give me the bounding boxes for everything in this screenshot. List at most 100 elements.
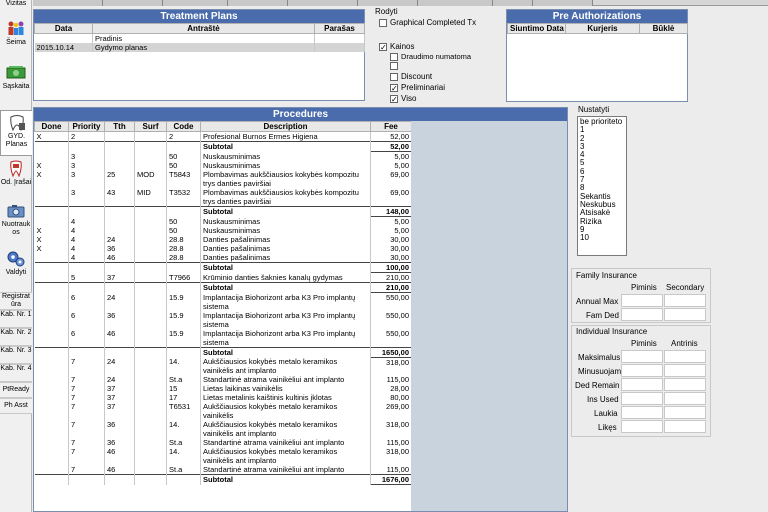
procedure-row[interactable]: 7 37 17 Lietas metalinis kaištinis kultinis… xyxy=(34,393,412,402)
nav-kab1[interactable]: Kab. Nr. 1 xyxy=(0,310,32,328)
nav-seima[interactable]: Šeima xyxy=(0,20,32,56)
draudimo-checkbox[interactable]: Draudimo numatoma xyxy=(390,52,471,61)
kainos-checkbox[interactable]: ✓ Kainos xyxy=(379,42,414,51)
annual-max-secondary-field[interactable] xyxy=(664,294,706,307)
nav-registratura[interactable]: Registrat ūra xyxy=(0,292,32,310)
top-tab-1[interactable] xyxy=(33,0,103,6)
treatment-plan-row[interactable]: 2015.10.14 Gydymo planas xyxy=(34,43,365,52)
nustatyti-item[interactable]: 7 xyxy=(580,175,624,184)
subtotal-row[interactable]: Subtotal 1650,00 xyxy=(34,346,412,358)
procedure-row[interactable]: X 2 2 Profesional Burnos Ermes Higiena 52,00 xyxy=(34,131,412,142)
unnamed-box[interactable] xyxy=(390,62,398,70)
fam-ded-secondary-field[interactable] xyxy=(664,308,706,321)
procedure-row[interactable]: 3 50 Nuskausminimas 5,00 xyxy=(34,151,412,161)
nustatyti-item[interactable]: Rizika xyxy=(580,217,624,226)
laukia-primary-field[interactable] xyxy=(621,406,663,419)
treatment-plan-row[interactable]: Pradinis xyxy=(34,33,365,43)
col-antraste[interactable]: Antraštė xyxy=(92,23,315,34)
top-tab-3[interactable] xyxy=(163,0,228,6)
nav-gyd-planas[interactable]: GYD. Planas xyxy=(0,110,32,156)
preliminariai-box[interactable]: ✓ xyxy=(390,83,398,92)
graphical-completed-box[interactable] xyxy=(379,18,387,27)
nustatyti-item[interactable]: be prioriteto xyxy=(580,117,624,126)
procedure-row[interactable]: 7 36 14. Aukščiausios kokybės metalo kerami… xyxy=(34,420,412,438)
viso-checkbox[interactable]: ✓ Viso xyxy=(390,94,416,103)
procedure-row[interactable]: X 3 25 MOD T5843 Plombavimas aukščiausios kok… xyxy=(34,170,412,188)
nustatyti-item[interactable]: 5 xyxy=(580,159,624,168)
col-priority[interactable]: Priority xyxy=(68,121,105,132)
col-siuntimo-data[interactable]: Siuntimo Data xyxy=(507,23,566,34)
nustatyti-item[interactable]: 1 xyxy=(580,125,624,134)
procedure-row[interactable]: 7 24 St.a Standartinė atrama vainikėliui an… xyxy=(34,375,412,384)
ded-remain-primary-field[interactable] xyxy=(621,378,663,391)
graphical-completed-checkbox[interactable]: Graphical Completed Tx xyxy=(379,18,476,27)
procedure-row[interactable]: 6 46 15.9 Implantacija Biohorizont arba K3 … xyxy=(34,328,412,347)
procedure-row[interactable]: 7 36 St.a Standartinė atrama vainikėliui an… xyxy=(34,438,412,447)
nustatyti-item[interactable]: 4 xyxy=(580,150,624,159)
procedure-row[interactable]: 7 24 14. Aukščiausios kokybės metalo kerami… xyxy=(34,357,412,375)
col-kurjeris[interactable]: Kurjeris xyxy=(565,23,640,34)
procedure-row[interactable]: 7 37 T6531 Aukščiausios kokybės metalo kera… xyxy=(34,402,412,420)
nav-kab2[interactable]: Kab. Nr. 2 xyxy=(0,328,32,346)
col-parasas[interactable]: Parašas xyxy=(314,23,365,34)
nav-ptready[interactable]: PtReady xyxy=(0,382,32,398)
procedure-row[interactable]: 4 46 28.8 Danties pašalinimas 30,00 xyxy=(34,253,412,263)
maksimalus-secondary-field[interactable] xyxy=(664,350,706,363)
kainos-box[interactable]: ✓ xyxy=(379,42,387,51)
laukia-secondary-field[interactable] xyxy=(664,406,706,419)
nustatyti-item[interactable]: 2 xyxy=(580,134,624,143)
discount-box[interactable] xyxy=(390,72,398,81)
subtotal-row[interactable]: Subtotal 210,00 xyxy=(34,282,412,293)
nav-vizitas[interactable]: Vizitas xyxy=(0,0,32,12)
viso-box[interactable]: ✓ xyxy=(390,94,398,103)
col-done[interactable]: Done xyxy=(34,121,69,132)
ded-remain-secondary-field[interactable] xyxy=(664,378,706,391)
nustatyti-item[interactable]: 6 xyxy=(580,167,624,176)
subtotal-row[interactable]: Subtotal 1676,00 xyxy=(34,474,412,485)
discount-checkbox[interactable]: Discount xyxy=(390,72,432,81)
top-tab-2[interactable] xyxy=(103,0,163,6)
nav-saskaita[interactable]: Sąskaita xyxy=(0,64,32,100)
nustatyti-item[interactable]: 10 xyxy=(580,233,624,242)
top-tab-5[interactable] xyxy=(288,0,358,6)
maksimalus-primary-field[interactable] xyxy=(621,350,663,363)
nav-kab4[interactable]: Kab. Nr. 4 xyxy=(0,364,32,382)
nav-kab3[interactable]: Kab. Nr. 3 xyxy=(0,346,32,364)
col-bukle[interactable]: Būklė xyxy=(639,23,688,34)
col-code[interactable]: Code xyxy=(166,121,201,132)
top-tab-4[interactable] xyxy=(228,0,288,6)
annual-max-primary-field[interactable] xyxy=(621,294,663,307)
col-description[interactable]: Description xyxy=(200,121,371,132)
procedure-row[interactable]: 7 46 St.a Standartinė atrama vainikėliui an… xyxy=(34,465,412,475)
procedure-row[interactable]: X 4 24 28.8 Danties pašalinimas 30,00 xyxy=(34,235,412,244)
procedure-row[interactable]: X 3 50 Nuskausminimas 5,00 xyxy=(34,161,412,170)
minusuojam-secondary-field[interactable] xyxy=(664,364,706,377)
ins-used-secondary-field[interactable] xyxy=(664,392,706,405)
procedure-row[interactable]: 6 24 15.9 Implantacija Biohorizont arba K3 … xyxy=(34,292,412,311)
procedure-row[interactable]: X 4 36 28.8 Danties pašalinimas 30,00 xyxy=(34,244,412,253)
likes-secondary-field[interactable] xyxy=(664,420,706,433)
procedure-row[interactable]: 6 36 15.9 Implantacija Biohorizont arba K3 … xyxy=(34,310,412,329)
top-tab-9[interactable] xyxy=(533,0,593,6)
draudimo-box[interactable] xyxy=(390,52,398,61)
fam-ded-primary-field[interactable] xyxy=(621,308,663,321)
nustatyti-listbox[interactable]: be prioriteto 1 2 3 4 5 6 7 8 Sekantis Neskubus Ats… xyxy=(577,116,627,256)
procedure-row[interactable]: 4 50 Nuskausminimas 5,00 xyxy=(34,216,412,226)
preliminariai-checkbox[interactable]: ✓ Preliminariai xyxy=(390,83,445,92)
procedure-row[interactable]: 7 37 15 Lietas laikinas vainikėlis 28,00 xyxy=(34,384,412,393)
procedure-row[interactable]: X 4 50 Nuskausminimas 5,00 xyxy=(34,226,412,235)
ins-used-primary-field[interactable] xyxy=(621,392,663,405)
col-surf[interactable]: Surf xyxy=(134,121,167,132)
nav-phasst[interactable]: Ph Asst xyxy=(0,398,32,414)
nav-od-irasai[interactable]: Od. Įrašai xyxy=(0,160,32,200)
nav-valdyti[interactable]: Valdyti xyxy=(0,250,32,286)
procedure-row[interactable]: 7 46 14. Aukščiausios kokybės metalo kerami… xyxy=(34,447,412,465)
likes-primary-field[interactable] xyxy=(621,420,663,433)
col-data[interactable]: Data xyxy=(34,23,93,34)
minusuojam-primary-field[interactable] xyxy=(621,364,663,377)
col-tth[interactable]: Tth xyxy=(104,121,135,132)
subtotal-row[interactable]: Subtotal 52,00 xyxy=(34,141,412,152)
subtotal-row[interactable]: Subtotal 148,00 xyxy=(34,206,412,217)
subtotal-row[interactable]: Subtotal 100,00 xyxy=(34,262,412,273)
col-fee[interactable]: Fee xyxy=(370,121,412,132)
